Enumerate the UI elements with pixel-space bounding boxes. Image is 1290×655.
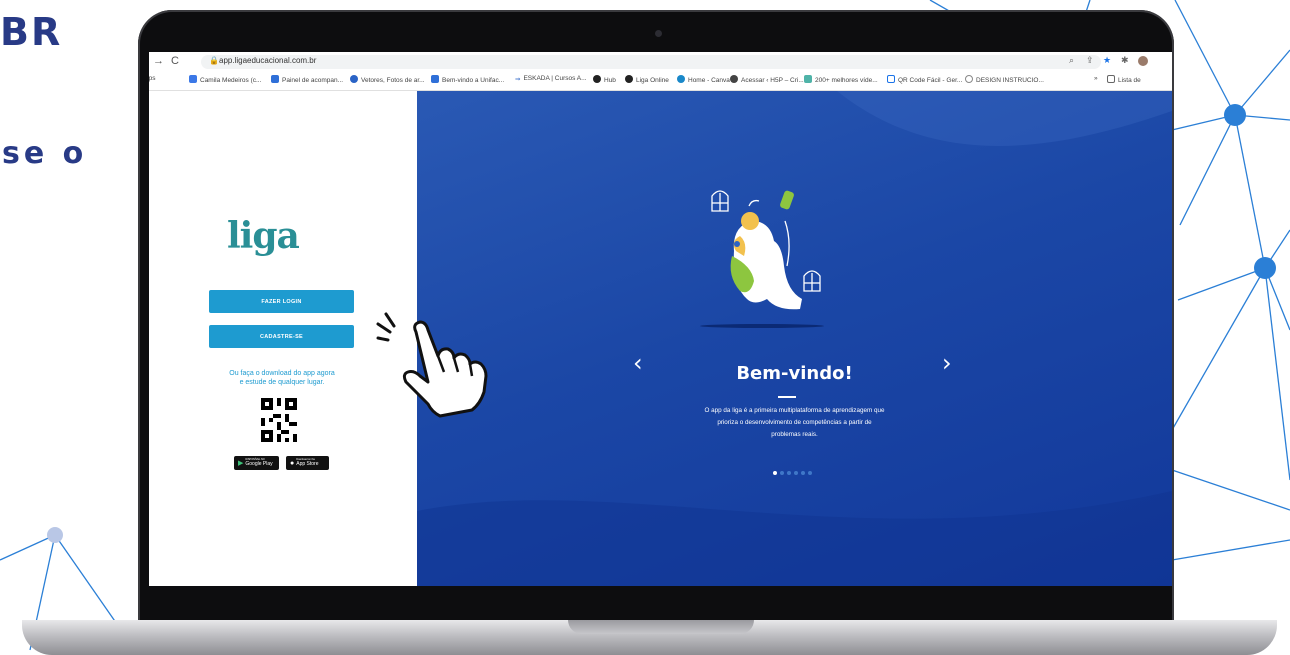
background-text-fragment: se o: [2, 136, 88, 171]
webcam: [655, 30, 662, 37]
register-button[interactable]: CADASTRE-SE: [209, 325, 354, 348]
app-store-badge[interactable]: ● Download on the App Store: [286, 456, 329, 470]
address-bar[interactable]: [201, 55, 1101, 69]
bookmark-canva[interactable]: Home - Canva: [677, 75, 730, 84]
welcome-illustration: [700, 190, 824, 328]
title-underline: [778, 396, 796, 398]
carousel-dot[interactable]: [780, 471, 784, 475]
bookmark-vetores[interactable]: Vetores, Fotos de ar...: [350, 75, 425, 84]
play-icon: ▶: [238, 460, 244, 467]
bookmark-hub[interactable]: Hub: [593, 75, 616, 84]
google-play-badge[interactable]: ▶ DISPONÍVEL NO Google Play: [234, 456, 279, 470]
laptop-screen: → C 🔒 app.ligaeducacional.com.br ⌕ ⇪ ★ ✱…: [149, 52, 1172, 586]
url-text[interactable]: app.ligaeducacional.com.br: [219, 56, 316, 65]
bookmark-eskada[interactable]: ⇒ ESKADA | Cursos A...: [515, 75, 587, 83]
bookmark-h5p[interactable]: Acessar ‹ H5P – Cri...: [730, 75, 804, 84]
bookmark-videos[interactable]: 200+ melhores víde...: [804, 75, 878, 84]
app-store-label: App Store: [296, 460, 319, 467]
hand-pointer-icon: [376, 312, 488, 418]
bookmark-liga-online[interactable]: Liga Online: [625, 75, 669, 84]
qr-code: [261, 398, 297, 442]
bookmark-camila[interactable]: Camila Medeiros (c...: [189, 75, 261, 84]
bookmark-qrcode[interactable]: QR Code Fácil - Ger...: [887, 75, 962, 84]
download-text-line1: Ou faça o download do app agora: [229, 370, 335, 377]
bookmark-design[interactable]: DESIGN INSTRUCIO...: [965, 75, 1044, 84]
zoom-icon[interactable]: ⌕: [1069, 55, 1074, 66]
profile-avatar[interactable]: [1138, 56, 1148, 66]
reload-icon[interactable]: C: [171, 55, 179, 67]
back-icon[interactable]: →: [153, 55, 164, 67]
carousel-dot[interactable]: [787, 471, 791, 475]
carousel-pagination: [773, 471, 812, 475]
laptop-notch: [568, 620, 754, 634]
extensions-icon[interactable]: ✱: [1121, 55, 1129, 66]
apple-icon: ●: [290, 459, 295, 467]
google-play-label: Google Play: [245, 460, 273, 467]
share-icon[interactable]: ⇪: [1086, 55, 1094, 66]
bookmark-apps[interactable]: pps: [149, 75, 155, 82]
carousel-dot[interactable]: [808, 471, 812, 475]
carousel-dot[interactable]: [794, 471, 798, 475]
welcome-description-line3: problemas reais.: [771, 431, 818, 438]
carousel-dot[interactable]: [801, 471, 805, 475]
background-heading-fragment: BR: [0, 10, 63, 54]
login-button[interactable]: FAZER LOGIN: [209, 290, 354, 313]
lock-icon: 🔒: [209, 56, 219, 65]
download-text-line2: e estude de qualquer lugar.: [239, 379, 325, 386]
bookmark-lista[interactable]: Lista de: [1107, 75, 1141, 84]
liga-logo: liga: [227, 215, 300, 257]
browser-chrome: → C 🔒 app.ligaeducacional.com.br ⌕ ⇪ ★ ✱…: [149, 52, 1172, 91]
star-icon[interactable]: ★: [1103, 55, 1111, 66]
bookmark-painel[interactable]: Painel de acompan...: [271, 75, 343, 84]
carousel-dot[interactable]: [773, 471, 777, 475]
more-bookmarks-icon[interactable]: »: [1094, 75, 1098, 82]
bookmark-unifac[interactable]: Bem-vindo a Unifac...: [431, 75, 504, 84]
